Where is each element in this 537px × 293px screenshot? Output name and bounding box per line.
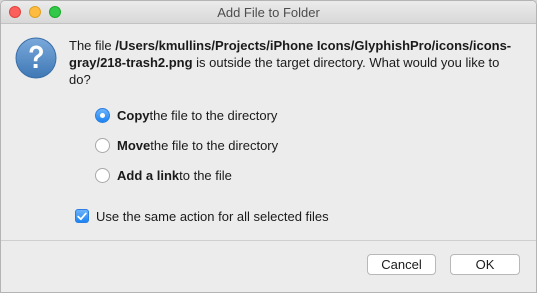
option-add-link-verb: Add a link bbox=[117, 167, 180, 183]
same-action-checkbox[interactable] bbox=[75, 209, 89, 223]
option-add-link-label: to the file bbox=[179, 167, 232, 183]
radio-move[interactable] bbox=[95, 137, 110, 153]
ok-button[interactable]: OK bbox=[450, 254, 520, 275]
question-mark-icon bbox=[15, 37, 57, 79]
title-bar: Add File to Folder bbox=[1, 1, 536, 24]
option-copy-label: the file to the directory bbox=[149, 107, 278, 123]
option-copy[interactable]: Copy the file to the directory bbox=[95, 106, 277, 124]
dialog-message: The file /Users/kmullins/Projects/iPhone… bbox=[69, 37, 524, 88]
option-move[interactable]: Move the file to the directory bbox=[95, 136, 278, 154]
radio-copy[interactable] bbox=[95, 107, 110, 123]
option-add-link[interactable]: Add a link to the file bbox=[95, 166, 232, 184]
checkmark-icon bbox=[77, 212, 87, 220]
option-copy-verb: Copy bbox=[117, 107, 150, 123]
cancel-button[interactable]: Cancel bbox=[367, 254, 436, 275]
message-prefix: The file bbox=[69, 38, 116, 53]
radio-add-link[interactable] bbox=[95, 167, 110, 183]
dialog-window: Add File to Folder The file /Users/kmull… bbox=[0, 0, 537, 293]
window-title: Add File to Folder bbox=[217, 5, 320, 20]
button-separator bbox=[1, 240, 536, 241]
option-move-label: the file to the directory bbox=[150, 137, 279, 153]
option-move-verb: Move bbox=[117, 137, 151, 153]
same-action-option[interactable]: Use the same action for all selected fil… bbox=[75, 207, 329, 225]
same-action-label: Use the same action for all selected fil… bbox=[96, 208, 329, 224]
